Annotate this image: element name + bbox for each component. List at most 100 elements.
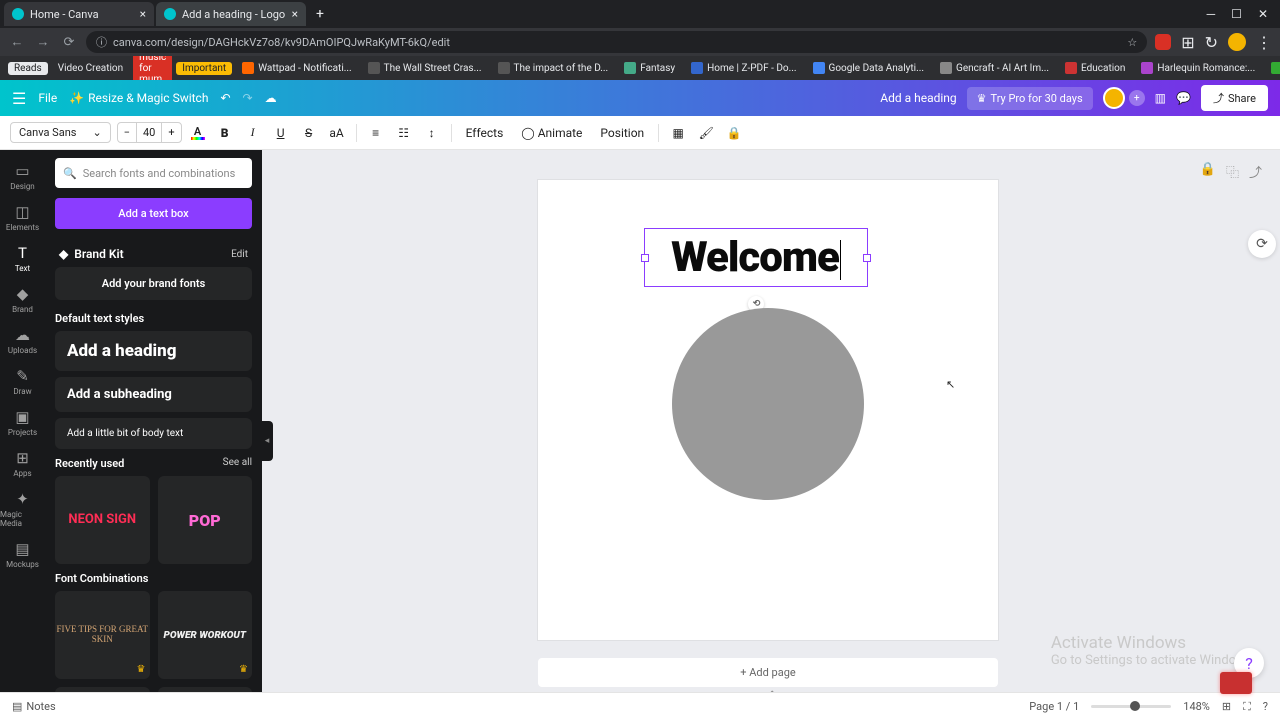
export-page-icon[interactable]: ⤴	[1249, 162, 1262, 181]
doc-title[interactable]: Add a heading	[880, 91, 956, 105]
back-icon[interactable]: ←	[8, 33, 26, 51]
subheading-style[interactable]: Add a subheading	[55, 377, 252, 412]
case-button[interactable]: aA	[326, 122, 348, 144]
rail-apps[interactable]: ⊞Apps	[0, 443, 45, 484]
extensions-icon[interactable]: ⊞	[1181, 33, 1194, 52]
rail-text[interactable]: TText	[0, 238, 45, 279]
rail-elements[interactable]: ◫Elements	[0, 197, 45, 238]
spacing-button[interactable]: ↕	[421, 122, 443, 144]
decrease-size[interactable]: −	[118, 123, 136, 142]
comment-icon[interactable]: 💬	[1176, 91, 1191, 105]
maximize-icon[interactable]: ☐	[1231, 7, 1242, 21]
reload-icon[interactable]: ⟳	[60, 33, 78, 51]
add-member-icon[interactable]: +	[1129, 90, 1145, 106]
font-size-value[interactable]: 40	[136, 123, 162, 142]
show-pages-toggle[interactable]: ⌃	[768, 690, 776, 692]
brand-kit-row[interactable]: ◆ Brand Kit Edit	[55, 241, 252, 267]
font-combo-thumb[interactable]: open DAILY	[158, 687, 253, 692]
underline-button[interactable]: U	[270, 122, 292, 144]
bookmark-pill[interactable]: Reads	[8, 62, 48, 75]
redo-icon[interactable]: ↷	[243, 91, 253, 105]
position-button[interactable]: Position	[594, 126, 650, 140]
extension-icon[interactable]	[1155, 34, 1171, 50]
rail-design[interactable]: ▭Design	[0, 156, 45, 197]
refresh-button[interactable]: ⟳	[1248, 230, 1276, 258]
rail-magic-media[interactable]: ✦Magic Media	[0, 484, 45, 534]
font-combo-thumb[interactable]: FIVE TIPS FOR GREAT SKIN♛	[55, 591, 150, 679]
add-textbox-button[interactable]: Add a text box	[55, 198, 252, 229]
edit-link[interactable]: Edit	[231, 249, 248, 260]
see-all-link[interactable]: See all	[223, 457, 252, 470]
profile-avatar[interactable]	[1228, 33, 1246, 51]
bookmark-item[interactable]: Harlequin Romance:...	[1135, 60, 1261, 76]
history-icon[interactable]: ↻	[1205, 33, 1218, 52]
zoom-value[interactable]: 148%	[1183, 700, 1210, 713]
lock-icon[interactable]: 🔒	[723, 122, 745, 144]
page-indicator[interactable]: Page 1 / 1	[1029, 700, 1079, 713]
bookmark-item[interactable]: The Wall Street Cras...	[362, 60, 488, 76]
browser-tab[interactable]: Add a heading - Logo ×	[156, 2, 306, 26]
bold-button[interactable]: B	[214, 122, 236, 144]
bookmark-item[interactable]: Wattpad - Notificati...	[236, 60, 357, 76]
bookmark-pill[interactable]: music for mum	[133, 56, 172, 80]
list-button[interactable]: ☷	[393, 122, 415, 144]
rail-uploads[interactable]: ☁Uploads	[0, 320, 45, 361]
transparency-icon[interactable]: ▦	[667, 122, 689, 144]
bookmark-item[interactable]: Gencraft - AI Art Im...	[934, 60, 1055, 76]
recording-badge[interactable]	[1220, 672, 1252, 694]
font-thumb[interactable]: NEON SIGN	[55, 476, 150, 564]
add-page-button[interactable]: + Add page	[538, 658, 998, 687]
resize-button[interactable]: ✨Resize & Magic Switch	[69, 91, 208, 105]
undo-icon[interactable]: ↶	[220, 91, 230, 105]
circle-shape[interactable]	[672, 308, 864, 500]
rail-mockups[interactable]: ▤Mockups	[0, 534, 45, 575]
bookmark-item[interactable]: Google Data Analyti...	[807, 60, 931, 76]
rail-brand[interactable]: ◆Brand	[0, 279, 45, 320]
file-menu[interactable]: File	[38, 91, 57, 105]
effects-button[interactable]: Effects	[460, 126, 510, 140]
user-avatar[interactable]	[1103, 87, 1125, 109]
new-tab-button[interactable]: +	[308, 2, 332, 26]
animate-button[interactable]: ◯ Animate	[515, 126, 588, 140]
lock-page-icon[interactable]: 🔒	[1200, 162, 1216, 181]
bookmark-item[interactable]: Video Creation	[52, 61, 129, 76]
bookmark-item[interactable]: Fantasy	[618, 60, 681, 76]
design-page[interactable]: Welcome ⟲	[538, 180, 998, 640]
canvas-area[interactable]: ◂ 🔒 ⿻ ⤴ ⟳ Welcome ⟲ + Add page ⌃ ↖	[262, 150, 1280, 692]
grid-view-icon[interactable]: ⊞	[1222, 700, 1231, 713]
text-color-button[interactable]: A	[188, 123, 208, 143]
help-icon[interactable]: ?	[1263, 700, 1268, 713]
forward-icon[interactable]: →	[34, 33, 52, 51]
menu-icon[interactable]: ⋮	[1256, 33, 1272, 52]
search-input[interactable]: 🔍 Search fonts and combinations	[55, 158, 252, 188]
share-button[interactable]: ⤴Share	[1201, 85, 1268, 111]
minimize-icon[interactable]: ─	[1207, 7, 1216, 21]
collapse-panel-handle[interactable]: ◂	[262, 421, 273, 461]
close-window-icon[interactable]: ✕	[1258, 7, 1268, 21]
bookmark-item[interactable]: Education	[1059, 60, 1131, 76]
close-icon[interactable]: ×	[140, 7, 146, 21]
browser-tab[interactable]: Home - Canva ×	[4, 2, 154, 26]
font-size-stepper[interactable]: − 40 +	[117, 122, 182, 143]
bookmark-star-icon[interactable]: ☆	[1127, 36, 1137, 49]
text-element[interactable]: Welcome ⟲	[644, 228, 868, 287]
align-button[interactable]: ≡	[365, 122, 387, 144]
close-icon[interactable]: ×	[292, 7, 298, 21]
notes-button[interactable]: ▤Notes	[12, 700, 56, 713]
menu-icon[interactable]: ☰	[12, 89, 26, 108]
cloud-sync-icon[interactable]: ☁	[265, 91, 277, 105]
bookmark-item[interactable]: Home | Z-PDF - Do...	[685, 60, 802, 76]
bookmark-pill[interactable]: Important	[176, 62, 232, 75]
site-info-icon[interactable]: ⓘ	[96, 34, 107, 50]
add-brand-fonts-button[interactable]: Add your brand fonts	[55, 267, 252, 300]
body-text-style[interactable]: Add a little bit of body text	[55, 418, 252, 449]
url-field[interactable]: ⓘ canva.com/design/DAGHckVz7o8/kv9DAmOIP…	[86, 31, 1147, 53]
copy-style-icon[interactable]: 🖌	[695, 122, 717, 144]
rail-draw[interactable]: ✎Draw	[0, 361, 45, 402]
increase-size[interactable]: +	[162, 123, 180, 142]
zoom-slider[interactable]	[1091, 705, 1171, 708]
bookmark-item[interactable]: The impact of the D...	[492, 60, 615, 76]
font-combo-thumb[interactable]: POWER WORKOUT♛	[158, 591, 253, 679]
font-combo-thumb[interactable]: PARKEN MAISE♛	[55, 687, 150, 692]
italic-button[interactable]: I	[242, 122, 264, 144]
